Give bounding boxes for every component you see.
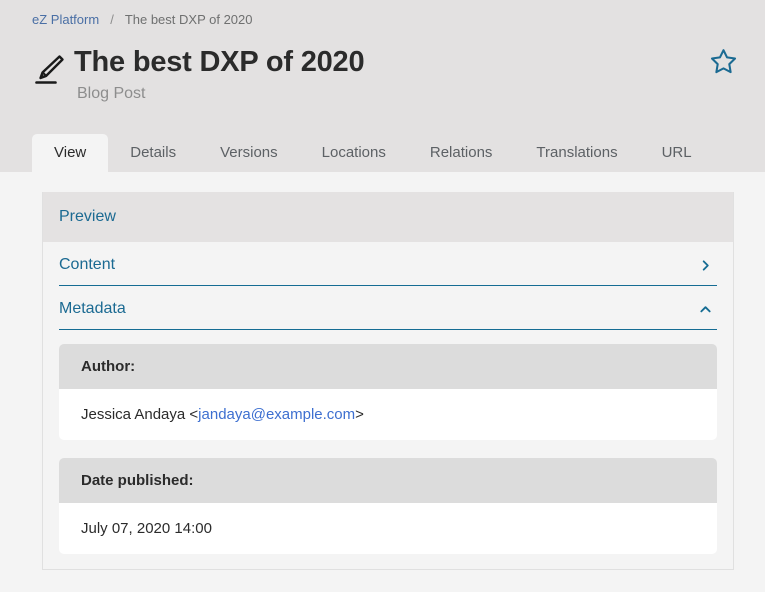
title-block: The best DXP of 2020 Blog Post xyxy=(74,46,364,103)
pen-icon xyxy=(22,46,74,90)
breadcrumb: eZ Platform / The best DXP of 2020 xyxy=(0,0,765,30)
tab-url[interactable]: URL xyxy=(640,134,714,172)
metadata-label-date-published: Date published: xyxy=(59,458,717,503)
tab-translations[interactable]: Translations xyxy=(514,134,639,172)
accordion-preview-label: Preview xyxy=(59,208,116,225)
breadcrumb-current: The best DXP of 2020 xyxy=(125,12,253,27)
title-row: The best DXP of 2020 Blog Post xyxy=(0,30,765,103)
author-email-link[interactable]: jandaya@example.com xyxy=(198,406,355,423)
tab-locations[interactable]: Locations xyxy=(300,134,408,172)
tab-details[interactable]: Details xyxy=(108,134,198,172)
accordion-metadata[interactable]: Metadata xyxy=(59,286,717,330)
metadata-value-date-published: July 07, 2020 14:00 xyxy=(59,503,717,554)
metadata-row-date-published: Date published: July 07, 2020 14:00 xyxy=(59,458,717,554)
view-panel: Preview Content Metadata Author: J xyxy=(42,192,734,570)
metadata-label-author: Author: xyxy=(59,344,717,389)
accordion-preview[interactable]: Preview xyxy=(43,192,733,242)
accordion-content[interactable]: Content xyxy=(59,242,717,286)
page-title: The best DXP of 2020 xyxy=(74,46,364,78)
metadata-row-author: Author: Jessica Andaya <jandaya@example.… xyxy=(59,344,717,440)
author-name-suffix: > xyxy=(355,406,364,423)
metadata-body: Author: Jessica Andaya <jandaya@example.… xyxy=(43,330,733,554)
metadata-value-author: Jessica Andaya <jandaya@example.com> xyxy=(59,389,717,440)
tab-versions[interactable]: Versions xyxy=(198,134,300,172)
chevron-right-icon xyxy=(697,257,713,273)
breadcrumb-separator: / xyxy=(110,12,114,27)
star-outline-icon[interactable] xyxy=(704,42,742,80)
page-header: eZ Platform / The best DXP of 2020 The b… xyxy=(0,0,765,172)
author-name-prefix: Jessica Andaya < xyxy=(81,406,198,423)
tab-relations[interactable]: Relations xyxy=(408,134,515,172)
accordion-content-label: Content xyxy=(59,256,115,274)
accordion-metadata-label: Metadata xyxy=(59,300,126,318)
tab-view[interactable]: View xyxy=(32,134,108,172)
tab-bar: View Details Versions Locations Relation… xyxy=(0,128,765,172)
chevron-up-icon xyxy=(697,301,713,317)
breadcrumb-link-root[interactable]: eZ Platform xyxy=(32,12,99,27)
page-subtitle: Blog Post xyxy=(77,85,364,103)
main-content: Preview Content Metadata Author: J xyxy=(0,172,765,592)
date-published-text: July 07, 2020 14:00 xyxy=(81,520,212,537)
